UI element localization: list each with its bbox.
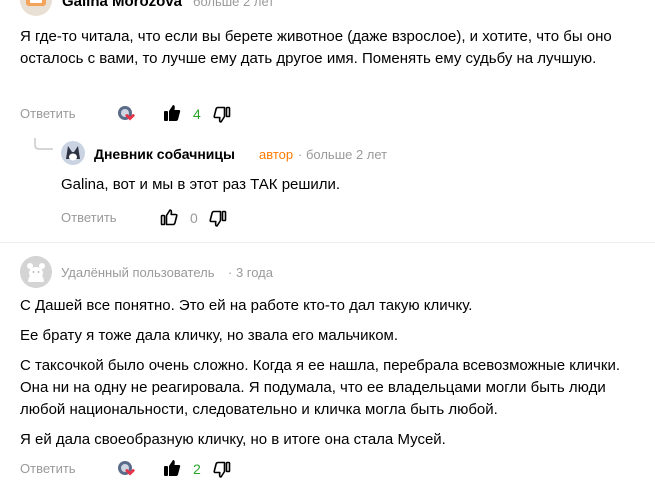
thumbs-up-icon[interactable] (160, 208, 178, 226)
reply-button[interactable]: Ответить (61, 210, 117, 225)
comment-paragraph: Я ей дала своеобразную кличку, но в итог… (20, 431, 446, 448)
reply-button[interactable]: Ответить (20, 461, 76, 476)
comment-text: Galina, вот и мы в этот раз ТАК решили. (61, 176, 341, 193)
reaction-avatars-icon[interactable] (117, 459, 137, 479)
author-badge: автор (259, 147, 294, 162)
comment-paragraph: Ее брату я тоже дала кличку, но звала ег… (20, 327, 399, 344)
thumbs-down-icon[interactable] (213, 106, 231, 124)
comment-author: Удалённый пользователь (61, 265, 215, 280)
comment-time: · 3 года (228, 265, 273, 280)
thumbs-down-icon[interactable] (213, 461, 231, 479)
comment-author[interactable]: Дневник собачницы (94, 146, 235, 162)
avatar[interactable] (20, 0, 52, 16)
likes-count: 4 (193, 106, 201, 122)
avatar[interactable] (61, 141, 85, 165)
divider (0, 242, 655, 243)
likes-count: 0 (190, 210, 198, 226)
comment-time: больше 2 лет (193, 0, 275, 9)
thumbs-up-icon[interactable] (163, 104, 181, 122)
thumbs-up-icon[interactable] (163, 459, 181, 477)
comment-text: Я где-то читала, что если вы берете живо… (20, 28, 612, 67)
reply-button[interactable]: Ответить (20, 106, 76, 121)
comment-text: С Дашей все понятно. Это ей на работе кт… (20, 295, 635, 451)
comment-paragraph: С Дашей все понятно. Это ей на работе кт… (20, 297, 473, 314)
comment-time: · больше 2 лет (298, 147, 388, 162)
comment-paragraph: С таксочкой было очень сложно. Когда я е… (20, 357, 620, 418)
thread-branch-icon (33, 137, 55, 153)
reaction-avatars-icon[interactable] (117, 104, 137, 124)
thumbs-down-icon[interactable] (209, 210, 227, 228)
likes-count: 2 (193, 461, 201, 477)
comment-author[interactable]: Galina Morozova (62, 0, 182, 10)
deleted-user-avatar (20, 256, 52, 288)
